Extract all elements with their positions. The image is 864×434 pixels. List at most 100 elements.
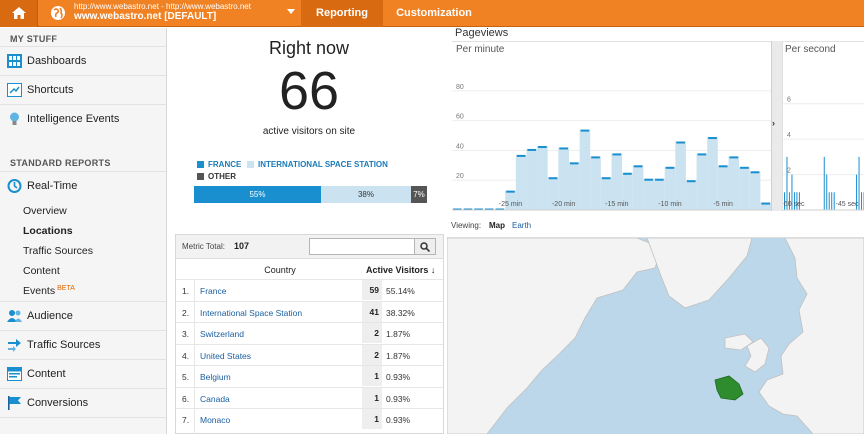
traffic-sources-icon [8,339,21,352]
tab-customization[interactable]: Customization [387,0,481,27]
account-url: http://www.webastro.net - http://www.web… [74,2,251,11]
y-tick-label: 4 [787,132,791,139]
y-tick-label: 6 [787,97,791,104]
x-tick-label: -25 min [499,201,522,208]
search-input[interactable] [309,238,415,255]
y-tick-label: 60 [456,114,464,121]
country-link[interactable]: United States [200,351,251,361]
table-row: 1. France 59 55.14% [176,279,443,300]
visitor-count: 41 [362,301,382,322]
sidebar-sub-traffic-sources[interactable]: Traffic Sources [23,245,93,257]
legend-swatch [197,173,204,180]
column-header-country[interactable]: Country [236,265,324,275]
bar [686,180,696,183]
legend-other: OTHER [197,172,236,181]
sidebar-item-intelligence-events[interactable]: Intelligence Events [0,104,166,133]
sidebar-item-dashboards[interactable]: Dashboards [0,46,166,75]
sidebar-sub-events-label: Events [23,285,56,297]
account-profile: www.webastro.net [DEFAULT] [74,11,217,22]
bar [718,165,728,168]
search-button[interactable] [414,238,436,255]
right-now-title: Right now [268,38,350,58]
visitor-percent: 0.93% [386,393,411,404]
north-america-landmass [447,238,663,434]
lightbulb-icon [10,112,19,125]
x-tick-label: -20 min [552,201,575,208]
tab-reporting[interactable]: Reporting [301,0,383,27]
content-icon [7,367,22,381]
bar [828,192,830,210]
shortcut-icon [7,83,22,97]
bar [826,174,828,210]
active-visitors-count: 66 [278,61,340,121]
sidebar-spacer [0,417,166,434]
home-button[interactable] [0,0,38,27]
country-link[interactable]: France [200,286,226,296]
view-earth-option[interactable]: Earth [512,221,531,230]
sidebar-item-label: Dashboards [27,55,87,67]
sidebar-sub-overview[interactable]: Overview [23,205,67,217]
realtime-clock-icon [7,179,22,193]
visitor-percent: 0.93% [386,415,411,425]
country-link[interactable]: International Space Station [200,308,302,318]
dashboard-icon [7,54,22,68]
sidebar-sub-events[interactable]: Events BETA [23,285,75,297]
view-map-option[interactable]: Map [489,221,505,230]
sidebar-item-label: Shortcuts [27,84,74,96]
viewing-label: Viewing: [451,221,482,230]
flag-icon [8,396,21,410]
chevron-right-icon[interactable]: › [772,118,775,128]
bar [527,148,537,151]
bar [665,166,675,169]
row-number: 7. [182,415,190,425]
y-tick-label: 20 [456,173,464,180]
row-number: 3. [182,329,190,339]
sidebar-item-audience[interactable]: Audience [0,301,166,330]
per-second-chart: 2 4 6 -60 sec -45 sec [782,41,864,211]
legend-label: OTHER [208,172,236,181]
country-link[interactable]: Canada [200,394,230,404]
sidebar-sub-locations[interactable]: Locations [23,225,73,237]
metric-total-value: 107 [234,241,250,251]
sidebar-item-label: Traffic Sources [27,339,101,351]
bar [861,192,863,210]
beta-badge: BETA [57,285,75,292]
country-link[interactable]: Monaco [200,415,230,425]
my-stuff-heading: MY STUFF [10,34,58,44]
bar [644,178,654,181]
visitor-count: 1 [362,387,382,408]
table-row: 5. Belgium 1 0.93% [176,365,443,386]
bar-fill [643,178,655,210]
country-link[interactable]: Switzerland [200,329,244,339]
bar [750,171,760,174]
bar [740,166,749,169]
column-header-label: Active Visitors [366,265,429,275]
chevron-down-icon[interactable] [287,9,295,14]
world-map[interactable] [447,238,864,434]
map-view-switcher: Viewing: Map Earth [447,216,864,238]
sidebar-sub-content[interactable]: Content [23,265,60,277]
legend-label: INTERNATIONAL SPACE STATION [258,160,388,169]
bar [831,192,833,210]
bar [612,153,622,156]
visitor-count: 1 [362,366,382,386]
row-number: 6. [182,393,190,404]
metric-row: Metric Total: 107 [176,235,443,259]
bar [601,177,611,180]
legend-france: FRANCE [197,160,241,169]
country-link[interactable]: Belgium [200,372,231,382]
sidebar-item-content[interactable]: Content [0,359,166,388]
bar [655,178,664,181]
sidebar-item-realtime[interactable]: Real-Time [0,171,166,200]
sidebar-item-shortcuts[interactable]: Shortcuts [0,75,166,104]
sidebar-item-conversions[interactable]: Conversions [0,388,166,417]
bar [761,202,770,205]
sidebar-item-traffic-sources[interactable]: Traffic Sources [0,330,166,359]
column-header-active-visitors[interactable]: Active Visitors ↓ [366,265,435,275]
account-selector[interactable]: http://www.webastro.net - http://www.web… [74,2,251,23]
bar [506,190,515,193]
map-canvas [447,238,864,434]
visitor-percent: 38.32% [386,307,415,318]
visitor-percent: 55.14% [386,286,415,296]
bar [516,154,526,157]
